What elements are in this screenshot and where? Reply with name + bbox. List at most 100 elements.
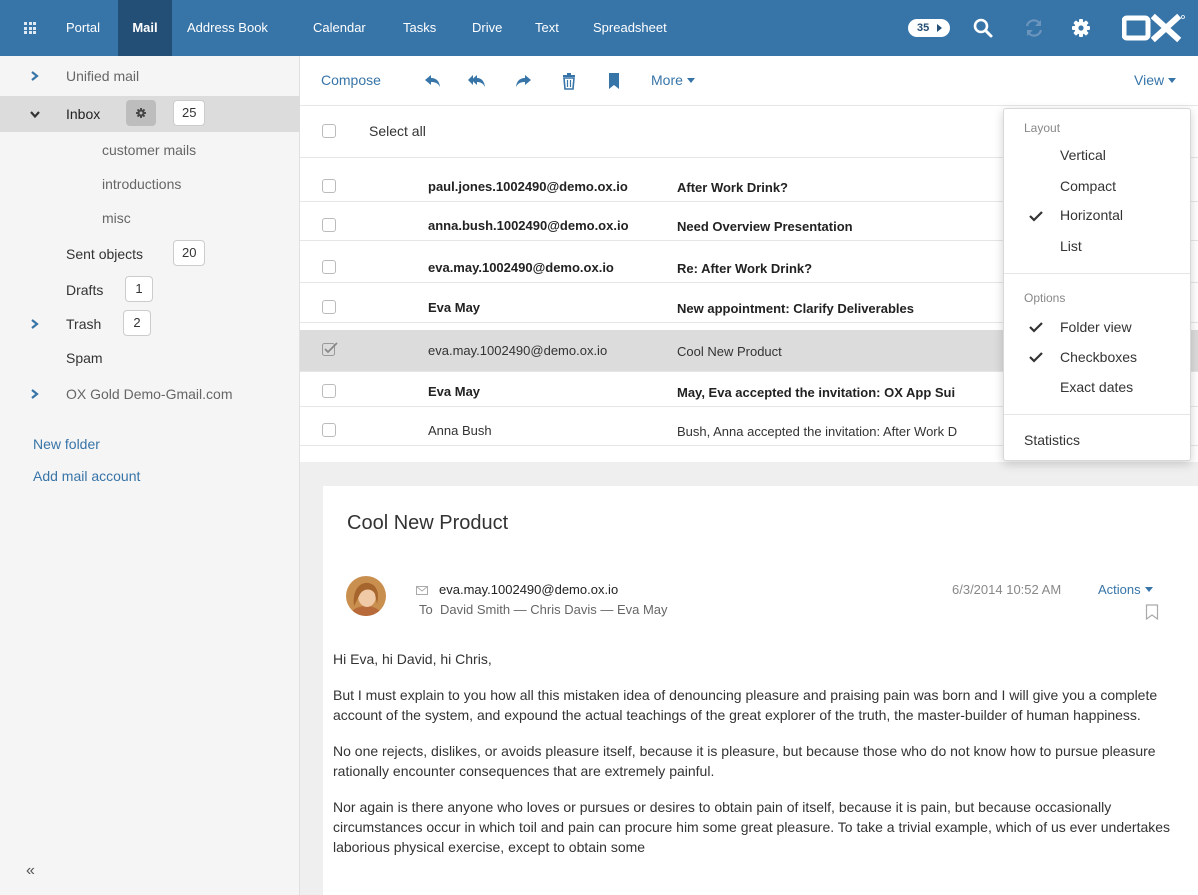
- view-menu-button[interactable]: View: [1134, 72, 1177, 88]
- mail-sender: Eva May: [428, 300, 481, 315]
- row-checkbox-checked[interactable]: [322, 342, 338, 356]
- bookmark-icon[interactable]: [605, 72, 623, 90]
- tab-calendar[interactable]: Calendar: [313, 0, 366, 56]
- folder-label: introductions: [102, 176, 182, 192]
- refresh-icon[interactable]: [1022, 16, 1046, 40]
- row-checkbox[interactable]: [322, 384, 336, 398]
- menu-item-checkboxes[interactable]: Checkboxes: [1060, 349, 1137, 365]
- folder-spam[interactable]: Spam: [0, 340, 300, 376]
- caret-down-icon: [1168, 78, 1177, 83]
- mail-subject: Re: After Work Drink?: [677, 261, 813, 276]
- notification-count: 35: [917, 22, 930, 34]
- view-dropdown-menu: Layout Vertical Compact Horizontal List …: [1003, 108, 1191, 461]
- folder-customer-mails[interactable]: customer mails: [0, 132, 300, 168]
- mail-sender: paul.jones.1002490@demo.ox.io: [428, 179, 628, 194]
- tab-text[interactable]: Text: [535, 0, 559, 56]
- folder-unified-mail[interactable]: Unified mail: [0, 58, 300, 94]
- folder-gmail-account[interactable]: OX Gold Demo-Gmail.com: [0, 376, 300, 412]
- folder-introductions[interactable]: introductions: [0, 166, 300, 202]
- select-all-label[interactable]: Select all: [369, 123, 426, 139]
- collapse-sidebar-button[interactable]: «: [26, 862, 35, 880]
- checkmark-icon: [1029, 352, 1043, 363]
- mail-sender: eva.may.1002490@demo.ox.io: [428, 343, 608, 358]
- folder-label: misc: [102, 210, 131, 226]
- more-menu-button[interactable]: More: [651, 72, 695, 88]
- more-label: More: [651, 72, 683, 88]
- apps-grid-icon[interactable]: [24, 22, 36, 34]
- trash-icon[interactable]: [560, 72, 578, 90]
- mail-subject: Bush, Anna accepted the invitation: Afte…: [677, 424, 958, 439]
- count-badge: 1: [125, 276, 153, 302]
- tab-mail[interactable]: Mail: [118, 0, 172, 56]
- menu-item-list[interactable]: List: [1060, 238, 1082, 254]
- tab-spreadsheet[interactable]: Spreadsheet: [593, 0, 667, 56]
- count-badge: 2: [123, 310, 151, 336]
- tab-drive[interactable]: Drive: [472, 0, 502, 56]
- gear-icon[interactable]: [1069, 16, 1093, 40]
- mail-subject: After Work Drink?: [677, 180, 788, 195]
- recipient-list[interactable]: David Smith — Chris Davis — Eva May: [440, 602, 668, 617]
- expand-arrow-icon: [937, 24, 942, 32]
- detail-date: 6/3/2014 10:52 AM: [952, 582, 1062, 597]
- folder-sidebar: Unified mail Inbox 25 customer mails int…: [0, 56, 300, 895]
- notification-badge[interactable]: 35: [908, 19, 950, 37]
- menu-divider: [1004, 273, 1190, 274]
- folder-label: customer mails: [102, 142, 197, 158]
- view-label: View: [1134, 72, 1165, 88]
- top-navigation-bar: Portal Mail Address Book Calendar Tasks …: [0, 0, 1198, 56]
- mail-subject: Need Overview Presentation: [677, 219, 853, 234]
- menu-divider: [1004, 414, 1190, 415]
- detail-sender[interactable]: eva.may.1002490@demo.ox.io: [439, 582, 618, 597]
- folder-label: OX Gold Demo-Gmail.com: [66, 386, 233, 402]
- menu-item-horizontal[interactable]: Horizontal: [1060, 207, 1123, 223]
- folder-sent-objects[interactable]: Sent objects 20: [0, 236, 300, 272]
- menu-item-exact-dates[interactable]: Exact dates: [1060, 379, 1133, 395]
- reply-all-icon[interactable]: [468, 72, 486, 90]
- flag-bookmark-icon[interactable]: [1145, 604, 1159, 620]
- checkmark-icon: [1029, 322, 1043, 333]
- folder-inbox[interactable]: Inbox 25: [0, 96, 300, 132]
- menu-item-statistics[interactable]: Statistics: [1024, 432, 1080, 448]
- chevron-right-icon[interactable]: [30, 319, 40, 329]
- row-checkbox[interactable]: [322, 218, 336, 232]
- actions-label: Actions: [1098, 582, 1141, 597]
- add-mail-account-link[interactable]: Add mail account: [33, 468, 140, 484]
- chevron-right-icon[interactable]: [30, 71, 40, 81]
- mail-sender: Anna Bush: [428, 423, 492, 438]
- mail-sender: eva.may.1002490@demo.ox.io: [428, 260, 614, 275]
- folder-label: Spam: [66, 350, 103, 366]
- select-all-checkbox[interactable]: [322, 124, 336, 138]
- folder-label: Trash: [66, 316, 102, 332]
- chevron-down-icon[interactable]: [30, 109, 40, 119]
- actions-menu-button[interactable]: Actions: [1098, 582, 1153, 597]
- tab-portal[interactable]: Portal: [66, 0, 100, 56]
- gear-icon: [136, 108, 146, 118]
- compose-button[interactable]: Compose: [321, 72, 381, 88]
- count-badge: 20: [173, 240, 206, 266]
- sender-avatar[interactable]: [346, 576, 386, 616]
- tab-tasks[interactable]: Tasks: [403, 0, 436, 56]
- folder-label: Drafts: [66, 282, 104, 298]
- menu-item-vertical[interactable]: Vertical: [1060, 147, 1106, 163]
- row-checkbox[interactable]: [322, 260, 336, 274]
- menu-item-compact[interactable]: Compact: [1060, 178, 1116, 194]
- folder-trash[interactable]: Trash 2: [0, 306, 300, 342]
- detail-subject: Cool New Product: [347, 512, 509, 534]
- unread-count-badge: 25: [173, 100, 206, 126]
- search-icon[interactable]: [971, 16, 995, 40]
- chevron-right-icon[interactable]: [30, 389, 40, 399]
- menu-item-folder-view[interactable]: Folder view: [1060, 319, 1132, 335]
- folder-misc[interactable]: misc: [0, 200, 300, 236]
- forward-icon[interactable]: [514, 72, 532, 90]
- body-paragraph: Nor again is there anyone who loves or p…: [333, 799, 1171, 855]
- mail-sender: Eva May: [428, 384, 481, 399]
- reply-icon[interactable]: [424, 72, 442, 90]
- row-checkbox[interactable]: [322, 300, 336, 314]
- folder-drafts[interactable]: Drafts 1: [0, 272, 300, 308]
- body-paragraph: Hi Eva, hi David, hi Chris,: [333, 651, 492, 667]
- row-checkbox[interactable]: [322, 179, 336, 193]
- new-folder-link[interactable]: New folder: [33, 436, 100, 452]
- folder-settings-button[interactable]: [126, 100, 156, 126]
- tab-address-book[interactable]: Address Book: [187, 0, 268, 56]
- row-checkbox[interactable]: [322, 423, 336, 437]
